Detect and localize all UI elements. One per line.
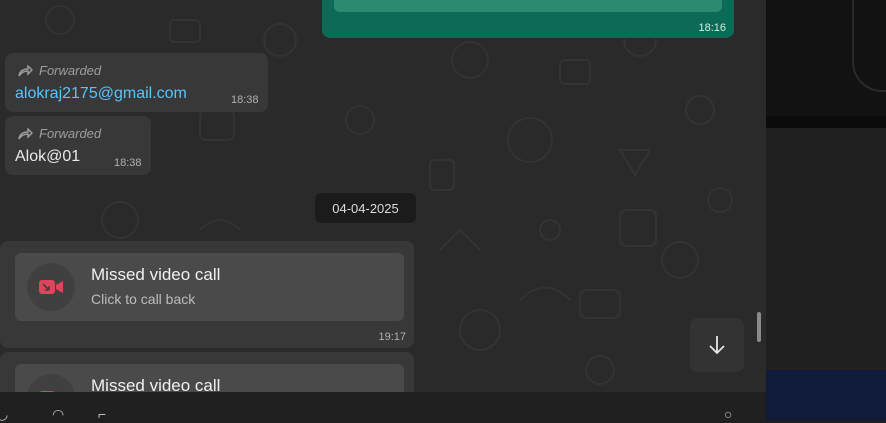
call-back-card[interactable]: Missed video call Click to call back (15, 253, 404, 321)
message-text: Alok@01 (15, 148, 81, 165)
forwarded-label: Forwarded (39, 63, 102, 78)
attach-icon[interactable]: ◠ (52, 406, 64, 423)
incoming-message-text[interactable]: Forwarded Alok@01 18:38 (5, 116, 151, 175)
message-time: 18:16 (698, 22, 726, 34)
outgoing-attachment-preview[interactable] (334, 0, 722, 12)
message-time: 19:17 (378, 331, 406, 343)
missed-video-call-icon (27, 263, 75, 311)
missed-video-call-icon (27, 374, 75, 392)
chat-area: 18:16 Forwarded alokraj2175@gmail.com 18… (0, 0, 766, 392)
arrow-down-icon (709, 336, 725, 355)
call-title: Missed video call (91, 376, 221, 392)
missed-call-message[interactable]: Missed video call Click to call back 19:… (0, 241, 414, 348)
forwarded-label: Forwarded (39, 126, 102, 141)
outgoing-message[interactable]: 18:16 (322, 0, 734, 38)
forwarded-indicator: Forwarded (17, 63, 101, 78)
missed-call-message[interactable]: Missed video call (0, 352, 414, 392)
emoji-icon[interactable]: ◡ (0, 406, 8, 423)
call-title: Missed video call (91, 265, 221, 284)
scroll-to-bottom-button[interactable] (690, 318, 744, 372)
date-divider: 04-04-2025 (315, 193, 416, 223)
side-panel-image (766, 0, 886, 116)
incoming-message-email[interactable]: Forwarded alokraj2175@gmail.com 18:38 (5, 53, 268, 112)
forwarded-indicator: Forwarded (17, 126, 101, 141)
call-back-card[interactable]: Missed video call (15, 364, 404, 392)
call-subtitle: Click to call back (91, 291, 196, 307)
scrollbar-thumb[interactable] (757, 312, 761, 342)
forward-arrow-icon (18, 64, 33, 76)
side-panel (766, 0, 886, 420)
message-time: 18:38 (231, 94, 259, 106)
forward-arrow-icon (18, 127, 33, 139)
composer-bar: ◡ ◠ ⌐ ○ (0, 392, 766, 423)
message-time: 18:38 (114, 157, 142, 169)
email-link[interactable]: alokraj2175@gmail.com (15, 85, 187, 103)
